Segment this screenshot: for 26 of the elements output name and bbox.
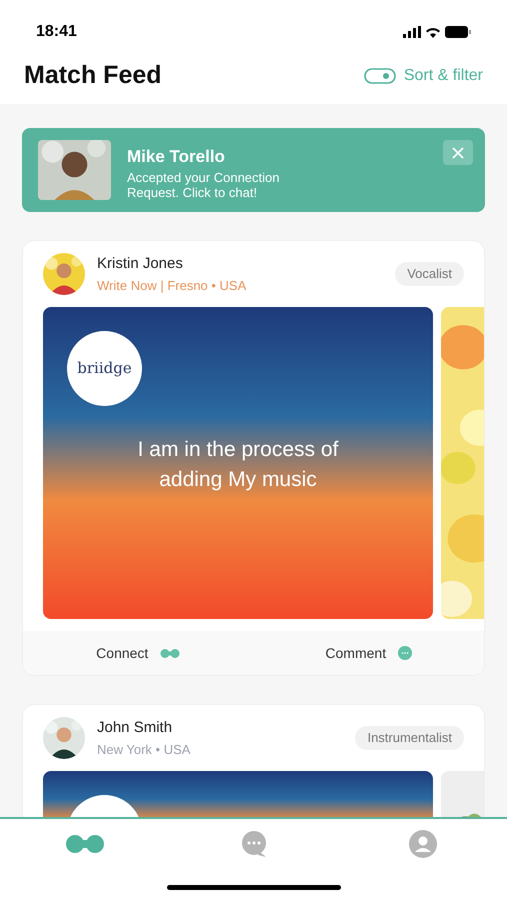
status-time: 18:41 (36, 22, 77, 42)
notification-message: Accepted your Connection Request. Click to chat! (127, 170, 280, 200)
chat-icon (240, 830, 268, 858)
link-icon (160, 648, 180, 658)
chat-icon (398, 646, 412, 660)
user-name: Kristin Jones (97, 254, 184, 274)
user-location: New York • USA (97, 740, 192, 758)
link-icon (64, 835, 106, 853)
signal-icon (403, 26, 421, 38)
wifi-icon (425, 26, 441, 38)
post-caption: I am in the process of adding My music (136, 437, 340, 493)
page-title: Match Feed (24, 60, 162, 92)
toggle-icon (364, 68, 396, 84)
role-tag: Instrumentalist (355, 726, 464, 750)
close-icon (452, 146, 464, 158)
post-graphic[interactable]: briidge I am in the process of adding My music (43, 307, 433, 619)
user-location: Write Now | Fresno • USA (97, 276, 248, 295)
role-tag: Vocalist (395, 262, 464, 286)
notification-name: Mike Torello (127, 146, 226, 168)
logo-text: briidge (77, 358, 132, 380)
battery-icon (445, 26, 471, 38)
user-name: John Smith (97, 718, 174, 738)
profile-icon (408, 830, 436, 858)
close-button[interactable] (443, 140, 473, 165)
connect-button[interactable]: Connect (23, 631, 254, 675)
comment-button[interactable]: Comment (254, 631, 484, 675)
